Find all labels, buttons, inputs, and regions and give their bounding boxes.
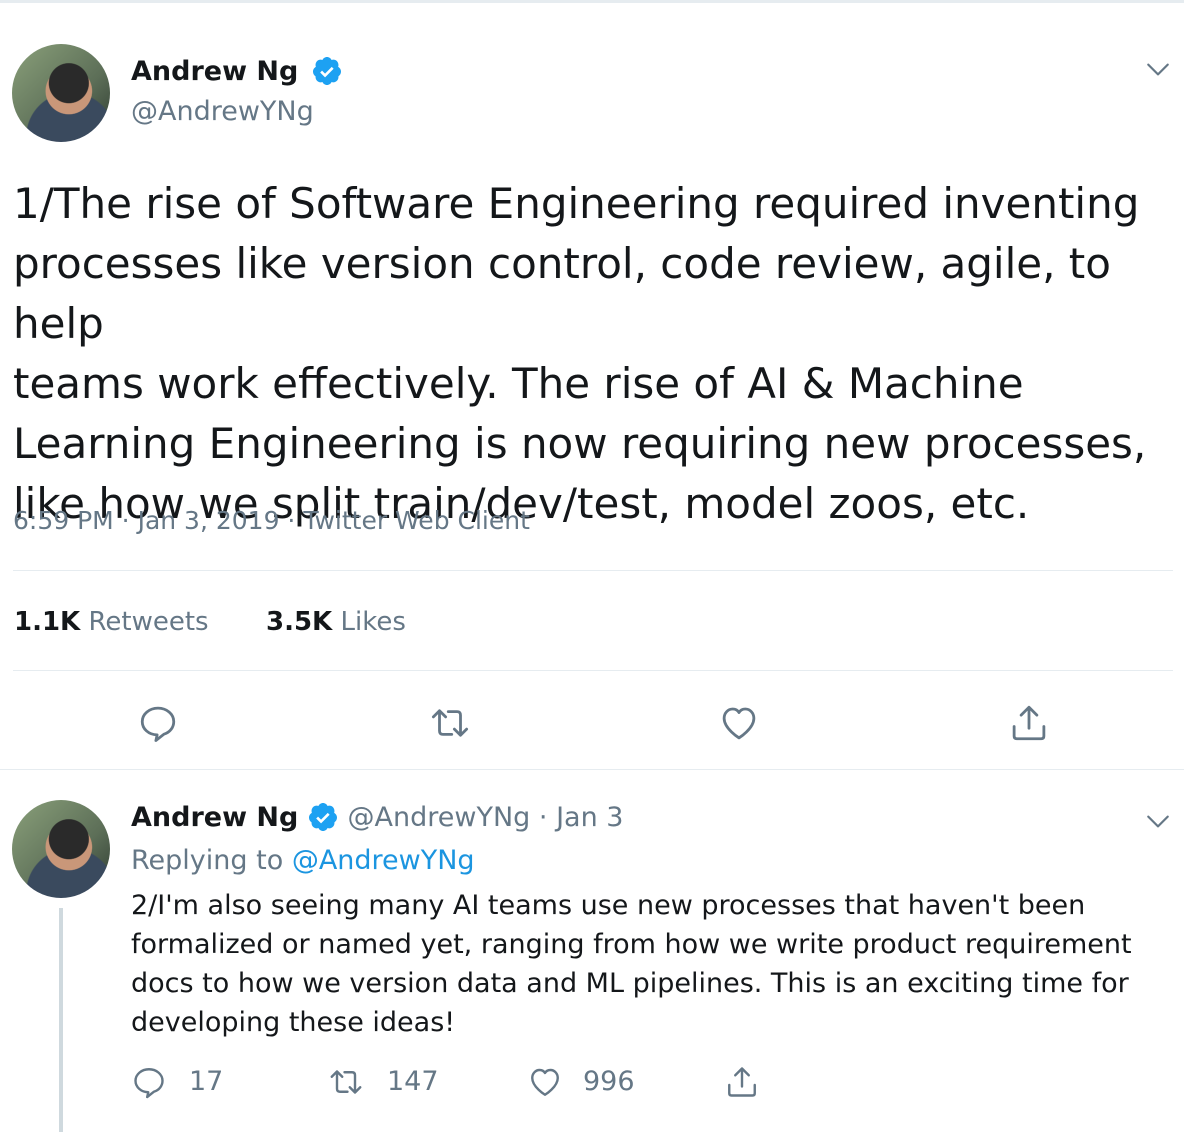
reply-text: 2/I'm also seeing many AI teams use new … bbox=[131, 886, 1171, 1042]
retweets-label: Retweets bbox=[88, 607, 209, 637]
tweet-meta[interactable]: 6:59 PM · Jan 3, 2019 · Twitter Web Clie… bbox=[13, 506, 530, 535]
divider bbox=[13, 670, 1173, 671]
retweets-count: 1.1K bbox=[14, 607, 81, 637]
thread-line bbox=[59, 908, 63, 1132]
reply-icon[interactable] bbox=[137, 702, 179, 744]
like-count: 996 bbox=[583, 1066, 635, 1097]
reply-icon[interactable] bbox=[131, 1064, 167, 1100]
like-icon[interactable] bbox=[718, 702, 760, 744]
like-icon[interactable] bbox=[527, 1064, 563, 1100]
reply-header: Andrew Ng @AndrewYNg · Jan 3 bbox=[131, 802, 623, 833]
divider bbox=[0, 769, 1184, 770]
separator-dot: · bbox=[538, 802, 548, 833]
retweet-icon[interactable] bbox=[429, 702, 471, 744]
verified-badge-icon bbox=[308, 802, 337, 831]
likes-count: 3.5K bbox=[266, 607, 333, 637]
tweet-text-line: teams work effectively. The rise of AI &… bbox=[13, 359, 1024, 408]
share-icon[interactable] bbox=[1008, 702, 1050, 744]
tweet-text-line: Learning Engineering is now requiring ne… bbox=[13, 419, 1147, 468]
retweet-icon[interactable] bbox=[328, 1064, 364, 1100]
replying-to-link[interactable]: @AndrewYNg bbox=[292, 845, 475, 876]
reply-text-line: developing these ideas! bbox=[131, 1007, 456, 1038]
reply-text-line: formalized or named yet, ranging from ho… bbox=[131, 929, 1132, 960]
chevron-down-icon[interactable] bbox=[1145, 808, 1171, 834]
top-border bbox=[0, 0, 1184, 3]
retweet-count: 147 bbox=[387, 1066, 439, 1097]
avatar[interactable] bbox=[12, 44, 110, 142]
replying-label: Replying to bbox=[131, 845, 284, 876]
reply-text-line: docs to how we version data and ML pipel… bbox=[131, 968, 1129, 999]
author-handle[interactable]: @AndrewYNg bbox=[131, 96, 314, 127]
tweet-text-line: 1/The rise of Software Engineering requi… bbox=[13, 179, 1140, 228]
likes-stat[interactable]: 3.5K Likes bbox=[266, 607, 406, 637]
reply-text-line: 2/I'm also seeing many AI teams use new … bbox=[131, 890, 1086, 921]
retweets-stat[interactable]: 1.1K Retweets bbox=[14, 607, 209, 637]
author-handle[interactable]: @AndrewYNg bbox=[348, 802, 531, 833]
reply-count: 17 bbox=[189, 1066, 224, 1097]
divider bbox=[13, 570, 1173, 571]
replying-to: Replying to @AndrewYNg bbox=[131, 845, 475, 876]
author-name[interactable]: Andrew Ng bbox=[131, 802, 298, 833]
chevron-down-icon[interactable] bbox=[1145, 56, 1171, 82]
verified-badge-icon bbox=[312, 56, 341, 85]
share-icon[interactable] bbox=[724, 1064, 760, 1100]
tweet-text-line: processes like version control, code rev… bbox=[13, 239, 1111, 348]
tweet-date[interactable]: Jan 3 bbox=[556, 802, 623, 833]
tweet-text: 1/The rise of Software Engineering requi… bbox=[13, 174, 1178, 534]
avatar[interactable] bbox=[12, 800, 110, 898]
likes-label: Likes bbox=[340, 607, 406, 637]
author-name[interactable]: Andrew Ng bbox=[131, 56, 298, 87]
author-name-row[interactable]: Andrew Ng bbox=[131, 56, 343, 87]
